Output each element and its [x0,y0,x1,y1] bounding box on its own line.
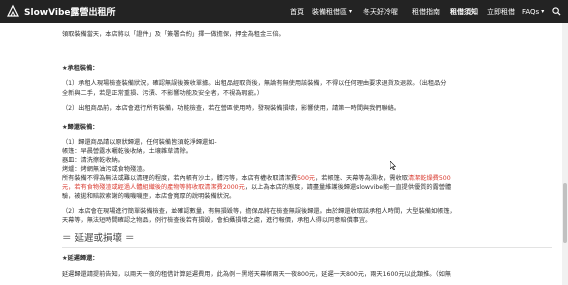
nav-faqs[interactable]: FAQs ▾ [522,0,544,23]
return-warning-3: 驗，被拋和賠款索謝的嘰嘰嘰歪，本店會寬厚的說明裝備狀況。 [62,193,236,200]
nav-rental-guide[interactable]: 租借指南 [412,0,440,23]
nav-winter[interactable]: 冬天好冷喔 [363,0,398,23]
intro-text: 領取裝備當天，本店將以「證件」及「簽署合約」擇一做擔保，押金為租金三倍。 [62,31,285,38]
return-warning-2: 元，若有食物殘渣或經過人體組織後的產物等將收取清潔費2000元，以上為本店的態度… [62,184,451,193]
section-pickup-title: ★承租裝備： [62,65,99,72]
warning-text: 所有裝備不得為無法或難以清理的程度，若內帳有沙土，髒污等，本店有權收取清潔費 [62,175,298,182]
pickup-paragraph-2: （2）出租商品前，本店會進行所有裝備，功能檢查，若在營區使用時，發現裝備損壞，影… [62,105,401,112]
warning-text: ，若帳篷、天幕等為濕收，需收取 [315,175,408,182]
return-paragraph-2b: 天幕等，無法短時間確認之物品，例行檢查後若有損毀，會拍攝損壞之處，進行報價，承租… [62,217,372,224]
nav-equipment-rental-label: 裝備租借區 [312,7,347,16]
search-icon[interactable] [552,0,561,23]
warning-text: ，以上為本店的態度，請盡量維護後歸還slowvibe能一直提供優質的露營體 [244,184,452,191]
nav-rental-terms[interactable]: 租借須知 [450,0,478,23]
nav-home-label: 首頁 [290,7,304,16]
return-list-item: 帳篷：早晨營露水曬乾後收納，土壤雜草清除。 [62,148,192,155]
chevron-down-icon: ▾ [349,8,353,15]
return-warning-1: 所有裝備不得為無法或難以清理的程度，若內帳有沙土，髒污等，本店有權收取清潔費50… [62,175,451,184]
nav-rental-terms-label: 租借須知 [450,7,478,16]
pickup-paragraph-1a: （1）承租人現場檢查裝備狀況，確認無誤後簽收單據。出租品經取貨後，無論有無使用該… [62,80,447,87]
return-list-item: 器皿：清洗擦乾收納。 [62,157,124,164]
nav-rent-now[interactable]: 立即租借 [487,0,515,23]
delay-paragraph-1: 延遲歸還請提前告知，以兩天一夜的租借計算延遲費用，此為例－黑塔天幕帳兩天一夜80… [62,271,451,278]
nav-equipment-rental[interactable]: 裝備租借區 ▾ [312,0,352,23]
section-delay-title: ★延遲歸還： [62,255,99,262]
return-list-item: 烤爐：烤網無油污或食物殘渣。 [62,166,149,173]
pickup-paragraph-1b: 全新與二手，若是正常重損、污漬、不影響功能及安全者，不視為瑕疵。） [62,90,264,97]
section-return-title: ★歸還裝備： [62,124,99,131]
top-navbar: SlowVibe露營出租所 首頁 裝備租借區 ▾ 冬天好冷喔 租借指南 租借須知… [0,0,568,23]
nav-home[interactable]: 首頁 [290,0,304,23]
return-paragraph-1: （1）歸還商品請以原狀歸還，任何裝備皆須乾淨歸還如- [62,139,217,146]
divider [62,247,552,248]
delay-damage-heading: ＝ 延遲或損壞 ＝ [62,233,135,244]
mouse-cursor-icon [389,155,397,171]
drying-fee: 清潔乾燥費500 [407,175,451,182]
waste-fee: 元，若有食物殘渣或經過人體組織後的產物等將收取清潔費2000元 [62,184,245,191]
brand-logo[interactable] [6,4,20,18]
scrollbar-thumb[interactable] [563,183,567,243]
nav-faqs-label: FAQs [522,7,540,16]
page-scrollbar[interactable] [562,23,568,285]
return-paragraph-2a: （2）本店會在現場進行簡單裝備檢查，並確認數量，有無損毀等，擔保品將在檢查無誤後… [62,208,456,215]
nav-winter-label: 冬天好冷喔 [363,7,398,16]
nav-rent-now-label: 立即租借 [487,7,515,16]
rental-terms-content: 領取裝備當天，本店將以「證件」及「簽署合約」擇一做擔保，押金為租金三倍。 ★承租… [62,23,554,285]
cleaning-fee: 500元 [297,175,316,182]
nav-rental-guide-label: 租借指南 [412,7,440,16]
chevron-down-icon: ▾ [541,8,545,15]
brand-name[interactable]: SlowVibe露營出租所 [24,5,116,18]
